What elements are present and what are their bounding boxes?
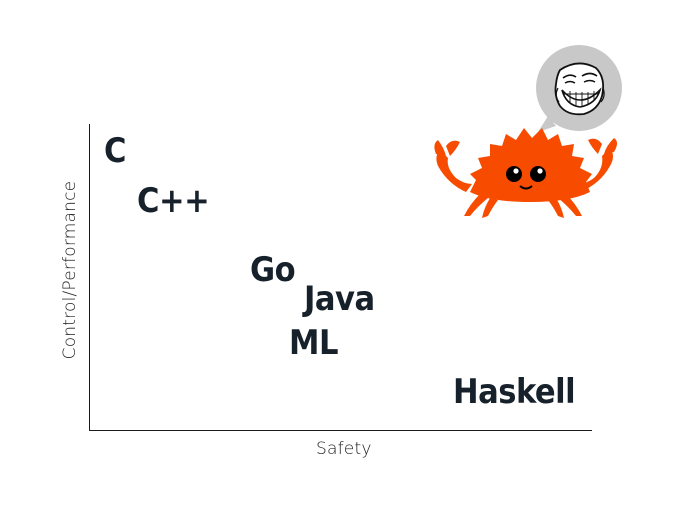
language-haskell: Haskell <box>453 372 576 412</box>
language-java: Java <box>304 279 375 319</box>
ferris-crab-icon <box>434 45 622 218</box>
y-axis-label: Control/Performance <box>60 180 80 360</box>
language-ml: ML <box>289 323 338 363</box>
x-axis-label: Safety <box>316 439 372 459</box>
y-axis-line <box>89 124 90 431</box>
x-axis-line <box>89 430 592 431</box>
language-c: C <box>104 131 126 171</box>
language-cpp: C++ <box>137 181 210 221</box>
trollface-icon <box>536 45 622 132</box>
language-go: Go <box>250 250 296 290</box>
